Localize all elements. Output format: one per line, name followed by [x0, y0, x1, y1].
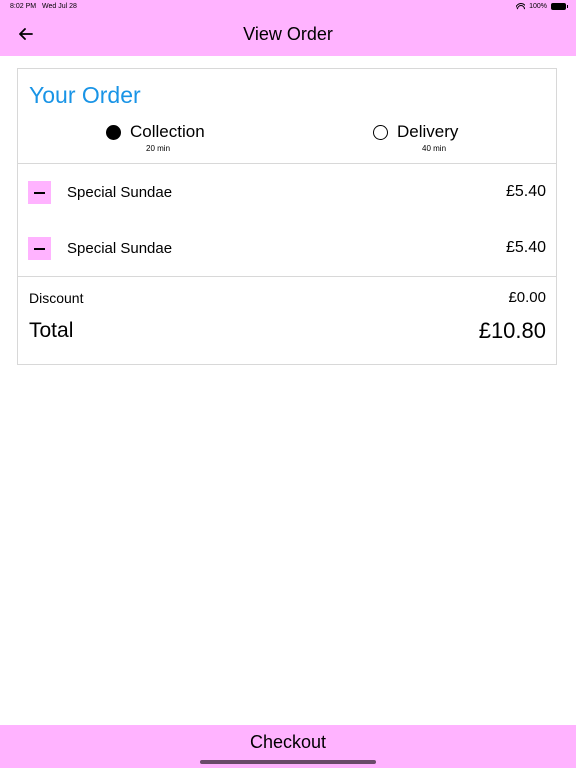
order-heading: Your Order	[29, 82, 141, 108]
discount-label: Discount	[29, 290, 84, 306]
total-value: £10.80	[478, 318, 546, 343]
battery-percentage: 100%	[529, 2, 547, 10]
status-date: Wed Jul 28	[42, 3, 77, 10]
delivery-option[interactable]: Delivery 40 min	[373, 122, 459, 153]
order-item: Special Sundae £5.40	[18, 181, 556, 205]
radio-selected-icon[interactable]	[106, 124, 121, 140]
collection-time: 20 min	[146, 144, 171, 153]
navigation-bar: View Order	[0, 14, 576, 56]
item-price: £5.40	[505, 239, 546, 256]
collection-label: Collection	[130, 122, 205, 141]
radio-unselected-icon[interactable]	[373, 124, 388, 140]
remove-item-button[interactable]	[28, 181, 51, 204]
item-price: £5.40	[505, 183, 546, 200]
collection-option[interactable]: Collection 20 min	[106, 122, 205, 153]
order-card: Your Order Collection 20 min Delivery 40…	[17, 68, 557, 365]
battery-icon	[551, 2, 568, 10]
minus-icon	[34, 191, 45, 194]
minus-icon	[34, 247, 45, 250]
order-item: Special Sundae £5.40	[18, 237, 556, 261]
status-time: 8:02 PM	[10, 3, 37, 10]
page-title: View Order	[243, 24, 333, 44]
divider	[18, 276, 556, 277]
home-indicator	[200, 760, 376, 764]
status-indicators: 100%	[516, 2, 568, 10]
item-name: Special Sundae	[67, 240, 173, 257]
delivery-label: Delivery	[397, 122, 459, 141]
delivery-time: 40 min	[422, 144, 447, 153]
total-label: Total	[29, 319, 74, 342]
item-name: Special Sundae	[67, 184, 173, 201]
discount-value: £0.00	[508, 289, 546, 306]
status-bar: 8:02 PM Wed Jul 28 100%	[0, 0, 576, 14]
checkout-button[interactable]: Checkout	[0, 725, 576, 768]
wifi-icon	[516, 2, 526, 10]
remove-item-button[interactable]	[28, 237, 51, 260]
divider	[18, 163, 556, 164]
checkout-label: Checkout	[249, 732, 327, 752]
